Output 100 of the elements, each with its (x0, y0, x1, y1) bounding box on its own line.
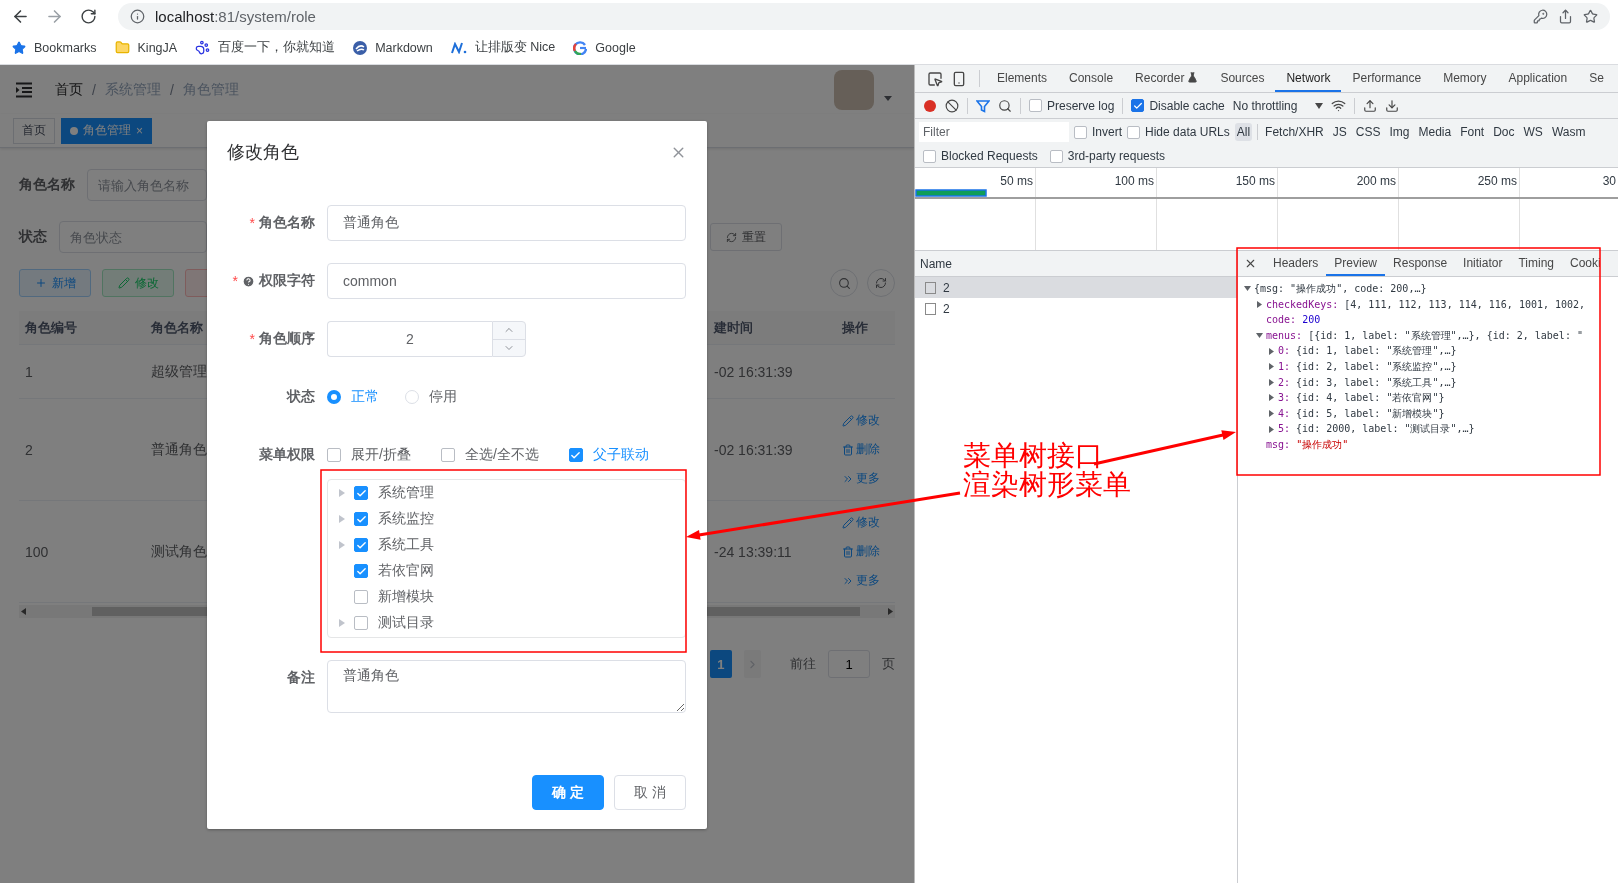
bookmark-link[interactable]: Google (573, 40, 636, 55)
bookmark-link[interactable]: Bookmarks (12, 40, 97, 55)
tree-node-label[interactable]: 系统监控 (378, 510, 434, 528)
input-field[interactable]: common (327, 263, 686, 299)
tree-node-label[interactable]: 若依官网 (378, 562, 434, 580)
type-filter[interactable]: Media (1416, 123, 1454, 141)
tree-node-label[interactable]: 新增模块 (378, 588, 434, 606)
checkbox-label: Invert (1092, 125, 1122, 139)
triangle-right-icon[interactable] (1268, 425, 1275, 433)
number-field[interactable]: 2 (327, 321, 492, 357)
bookmark-link[interactable]: 让排版变 Nice (450, 39, 556, 56)
tab[interactable]: Response (1385, 251, 1456, 276)
tab[interactable]: Sources (1209, 65, 1276, 92)
checkbox[interactable] (1074, 125, 1087, 139)
checkbox[interactable] (354, 590, 368, 604)
info-icon[interactable] (130, 9, 145, 24)
type-filter[interactable]: Doc (1491, 123, 1517, 141)
checkbox[interactable] (568, 448, 583, 462)
reload-icon (79, 8, 97, 25)
json-line: 3: {id: 4, label: "若依官网"} (1278, 391, 1445, 406)
tab[interactable]: Application (1497, 65, 1579, 92)
share-icon[interactable] (1558, 9, 1573, 24)
tab[interactable]: 首页 (13, 117, 55, 144)
menu-fold-icon[interactable] (15, 81, 33, 98)
checkbox[interactable] (354, 486, 368, 500)
tab[interactable]: Preview (1326, 251, 1386, 276)
tab[interactable]: Memory (1432, 65, 1498, 92)
checkbox[interactable] (1029, 99, 1042, 112)
checkbox[interactable] (1127, 125, 1140, 139)
tab[interactable]: Timing (1510, 251, 1562, 276)
download-icon[interactable] (1385, 98, 1400, 113)
breadcrumb-link[interactable]: 首页 (55, 80, 83, 99)
checkbox[interactable] (1131, 99, 1145, 112)
scroll-right-icon[interactable] (888, 608, 893, 615)
triangle-right-icon[interactable] (1268, 378, 1275, 386)
key-icon[interactable] (1533, 9, 1548, 24)
bookmark-link[interactable]: Markdown (353, 40, 433, 55)
checkbox[interactable] (354, 616, 368, 630)
help-icon[interactable] (242, 274, 255, 288)
tree-node-label[interactable]: 测试目录 (378, 614, 434, 632)
type-filter[interactable]: All (1234, 123, 1253, 141)
input-field[interactable]: 普通角色 (327, 205, 686, 241)
table-cell-text: 100 (25, 543, 50, 560)
type-filter[interactable]: WS (1521, 123, 1545, 141)
triangle-right-icon[interactable] (1268, 394, 1275, 402)
clear-icon[interactable] (945, 98, 959, 113)
column-header: 角色编号 (25, 318, 78, 337)
triangle-down-icon[interactable] (1256, 332, 1263, 340)
page-input[interactable]: 1 (828, 650, 870, 678)
triangle-down-icon[interactable] (1244, 285, 1251, 293)
type-filter[interactable]: Fetch/XHR (1263, 123, 1326, 141)
bookmark-link[interactable]: KingJA (114, 40, 178, 55)
checkbox-label: 父子联动 (592, 446, 649, 464)
request-row[interactable]: 2 (915, 277, 1237, 298)
checkbox[interactable] (354, 538, 368, 552)
tree-node-label[interactable]: 系统管理 (378, 484, 434, 502)
triangle-right-icon[interactable] (1268, 347, 1275, 355)
cancel-button[interactable]: 取 消 (614, 775, 686, 810)
triangle-right-icon[interactable] (1256, 300, 1263, 308)
tab[interactable]: Performance (1341, 65, 1433, 92)
bookmark-star-icon[interactable] (1583, 9, 1598, 24)
checkbox[interactable] (923, 149, 936, 163)
filter-field[interactable]: Filter (919, 122, 1069, 142)
checkbox[interactable] (440, 448, 455, 462)
type-filter[interactable]: CSS (1353, 123, 1383, 141)
scroll-left-icon[interactable] (21, 608, 26, 615)
inspect-icon[interactable] (927, 70, 943, 87)
search-icon[interactable] (998, 98, 1012, 113)
tab[interactable]: Se (1578, 65, 1615, 92)
search-button[interactable] (830, 269, 858, 297)
tab[interactable]: Headers (1265, 251, 1327, 276)
type-filter[interactable]: Img (1387, 123, 1412, 141)
radio-button[interactable] (327, 390, 341, 404)
checkbox[interactable] (1049, 149, 1063, 163)
checkbox[interactable] (354, 564, 368, 578)
checkbox[interactable] (327, 448, 341, 462)
tab[interactable]: Elements (986, 65, 1059, 92)
throttling-select[interactable]: No throttling (1232, 98, 1324, 113)
tab[interactable]: Console (1058, 65, 1125, 92)
type-filter[interactable]: JS (1330, 123, 1349, 141)
device-icon[interactable] (951, 70, 967, 87)
type-filter[interactable]: Wasm (1549, 123, 1588, 141)
tab[interactable]: Initiator (1455, 251, 1511, 276)
upload-icon[interactable] (1363, 98, 1378, 113)
tab[interactable]: Recorder (1124, 65, 1210, 92)
address-bar[interactable]: localhost:81/system/role (118, 3, 1610, 30)
bookmark-link[interactable]: 百度一下，你就知道 (195, 39, 336, 56)
filter-icon[interactable] (976, 98, 990, 113)
textarea-field[interactable]: 普通角色 (327, 660, 686, 713)
caret-icon[interactable] (884, 96, 892, 101)
triangle-right-icon[interactable] (1268, 410, 1275, 418)
refresh-button[interactable] (867, 269, 895, 297)
record-icon[interactable] (923, 98, 937, 113)
tree-node-label[interactable]: 系统工具 (378, 536, 434, 554)
checkbox[interactable] (354, 512, 368, 526)
close-icon[interactable] (1244, 257, 1257, 270)
network-settings-icon[interactable] (1331, 98, 1347, 113)
type-filter[interactable]: Font (1458, 123, 1487, 141)
triangle-right-icon[interactable] (1268, 363, 1275, 371)
refresh-icon (875, 277, 887, 289)
